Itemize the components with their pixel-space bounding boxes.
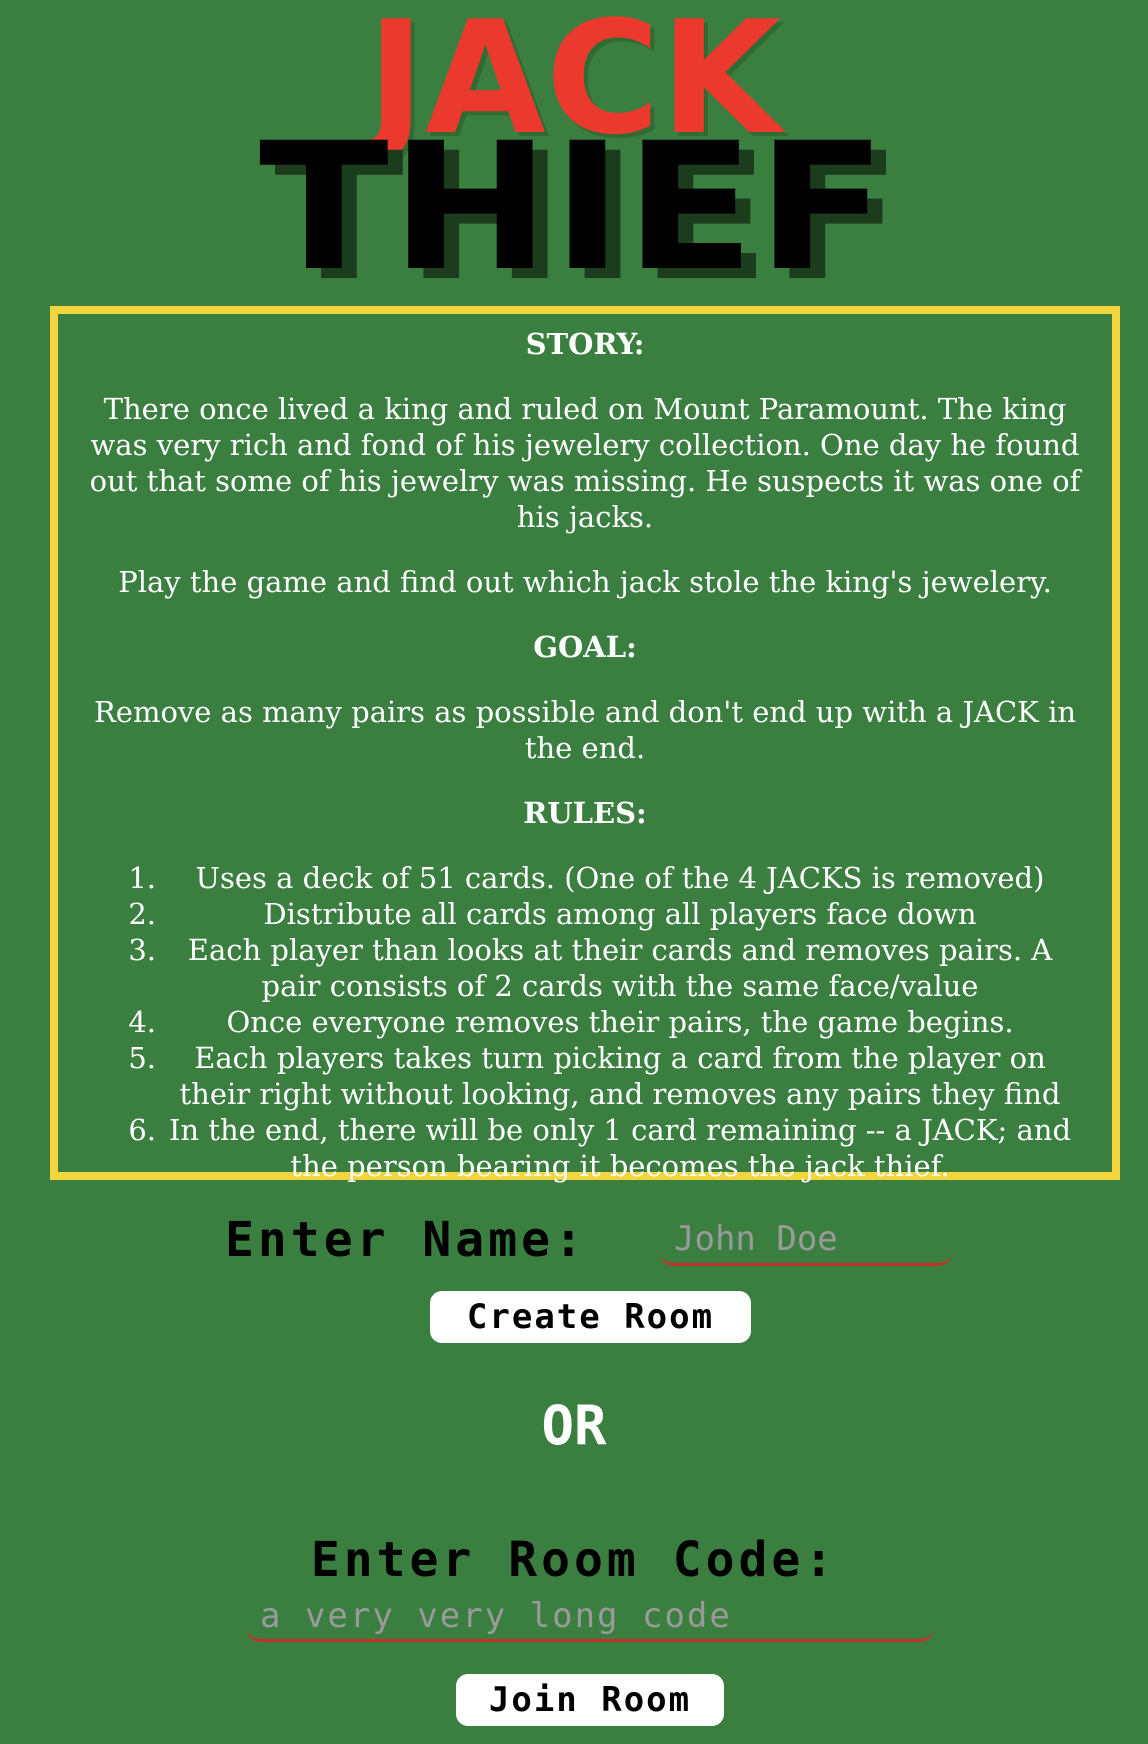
- story-paragraph-2: Play the game and find out which jack st…: [118, 565, 1052, 599]
- goal-text: Remove as many pairs as possible and don…: [93, 695, 1077, 765]
- rule-text: Uses a deck of 51 cards. (One of the 4 J…: [195, 861, 1045, 895]
- info-panel: STORY: There once lived a king and ruled…: [50, 306, 1120, 1183]
- rule-item: 1. Uses a deck of 51 cards. (One of the 4…: [80, 860, 1090, 896]
- rule-item: 2. Distribute all cards among all players…: [80, 896, 1090, 932]
- room-code-label: Enter Room Code:: [310, 1532, 838, 1588]
- rule-number: 4.: [128, 1005, 156, 1039]
- room-code-input[interactable]: [246, 1592, 934, 1642]
- rule-number: 2.: [128, 897, 156, 931]
- name-label: Enter Name:: [225, 1212, 587, 1268]
- rule-text: Each players takes turn picking a card f…: [179, 1041, 1061, 1111]
- name-input[interactable]: [660, 1214, 952, 1266]
- join-room-button[interactable]: Join Room: [456, 1674, 724, 1726]
- rule-text: Once everyone removes their pairs, the g…: [226, 1005, 1014, 1039]
- or-divider: OR: [541, 1394, 607, 1457]
- rule-item: 6. In the end, there will be only 1 card …: [80, 1112, 1090, 1184]
- goal-heading: GOAL:: [533, 630, 637, 664]
- story-paragraph-1: There once lived a king and ruled on Mou…: [89, 392, 1081, 534]
- rule-item: 3. Each player than looks at their cards …: [80, 932, 1090, 1004]
- rules-heading: RULES:: [523, 796, 647, 830]
- rule-number: 6.: [128, 1113, 156, 1147]
- rules-list: 1. Uses a deck of 51 cards. (One of the 4…: [80, 860, 1090, 1184]
- rule-number: 5.: [128, 1041, 156, 1075]
- game-logo: JACK THIEF: [0, 0, 1148, 296]
- rule-item: 5. Each players takes turn picking a card…: [80, 1040, 1090, 1112]
- rule-text: Each player than looks at their cards an…: [187, 933, 1053, 1003]
- rule-number: 3.: [128, 933, 156, 967]
- rule-item: 4. Once everyone removes their pairs, the…: [80, 1004, 1090, 1040]
- name-row: Enter Name:: [0, 1210, 1148, 1270]
- logo-thief-text: THIEF: [259, 105, 889, 310]
- create-room-button[interactable]: Create Room: [430, 1291, 751, 1343]
- rule-text: In the end, there will be only 1 card re…: [168, 1113, 1072, 1183]
- story-heading: STORY:: [525, 327, 645, 361]
- rule-number: 1.: [128, 861, 156, 895]
- rule-text: Distribute all cards among all players f…: [263, 897, 977, 931]
